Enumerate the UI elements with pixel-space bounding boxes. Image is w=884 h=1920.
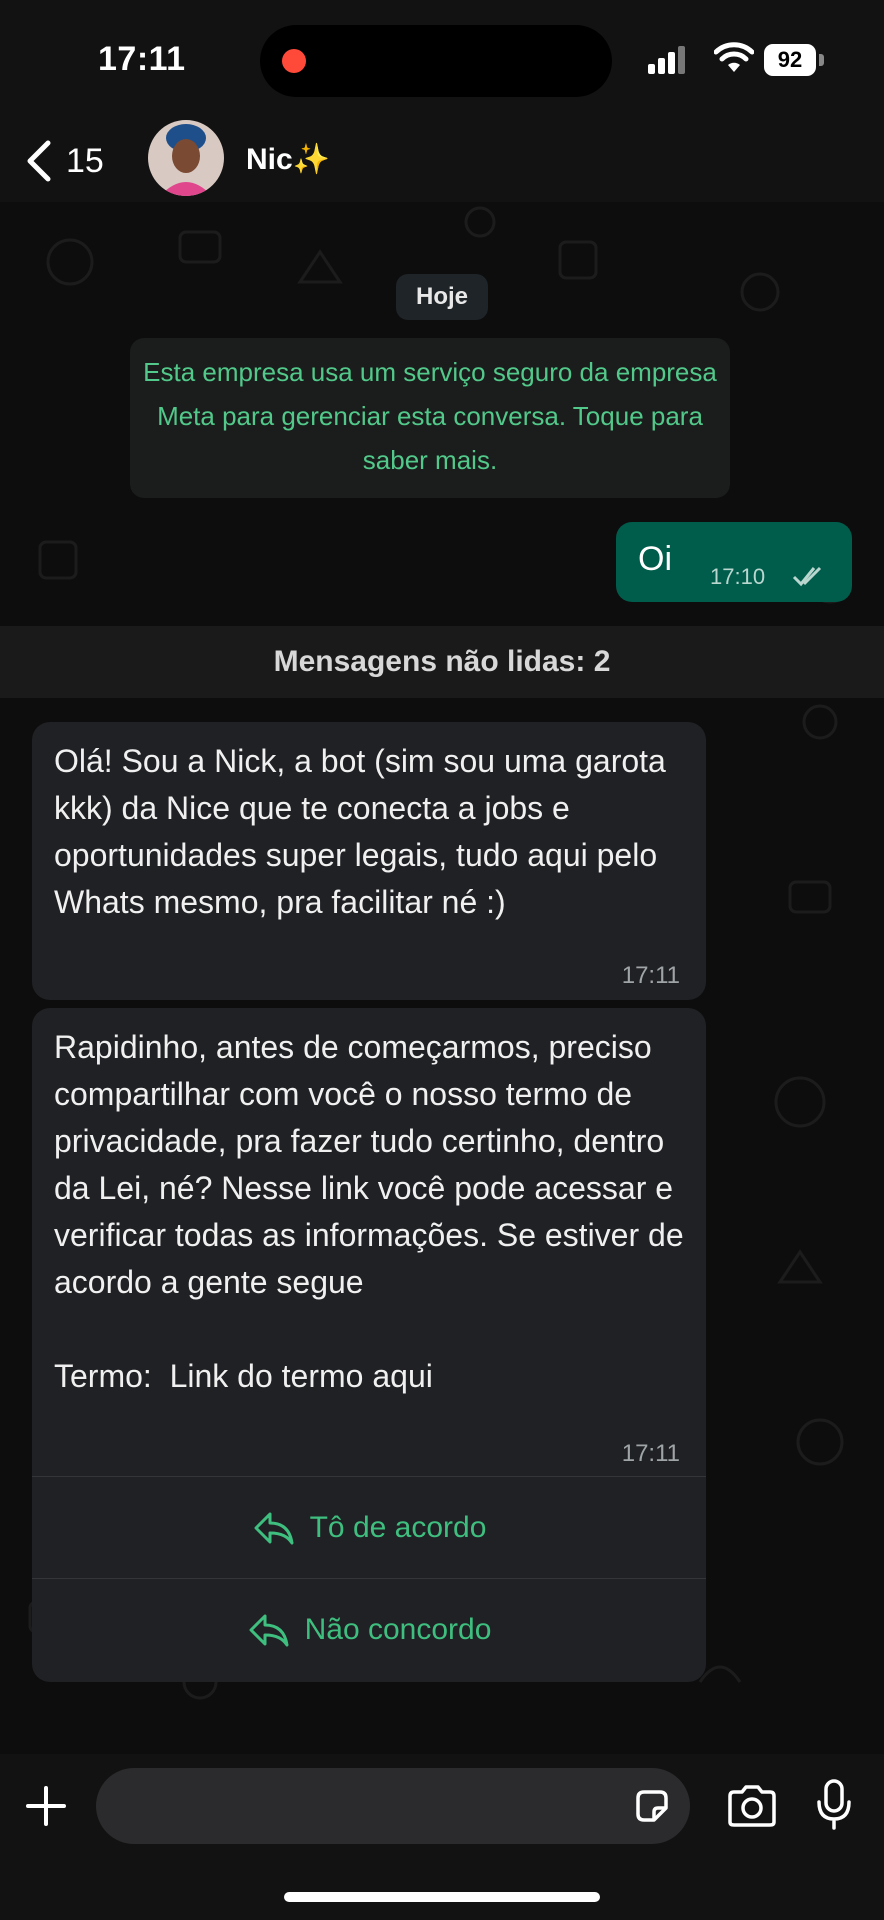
quick-reply-agree-button[interactable]: Tô de acordo [32,1476,706,1579]
quick-reply-label: Tô de acordo [309,1511,487,1544]
camera-icon[interactable] [726,1784,778,1828]
dynamic-island [260,25,612,97]
composer-bar [0,1754,884,1920]
unread-chats-count: 15 [66,141,104,180]
avatar[interactable] [148,120,224,196]
battery-icon: 92 [764,44,826,76]
chat-header: 15 Nic✨ [0,120,884,202]
message-time: 17:11 [621,962,680,989]
quick-reply-disagree-button[interactable]: Não concordo [32,1578,706,1681]
message-text: Olá! Sou a Nick, a bot (sim sou uma garo… [54,743,675,920]
signal-icon [648,46,685,74]
battery-level: 92 [764,44,816,76]
incoming-message[interactable]: Olá! Sou a Nick, a bot (sim sou uma garo… [32,722,706,1000]
sticker-icon[interactable] [632,1786,672,1826]
message-time: 17:11 [621,1440,680,1467]
back-chevron-icon [27,140,51,182]
back-button[interactable]: 15 [24,132,104,190]
message-text: Rapidinho, antes de começarmos, preciso … [54,1029,684,1394]
outgoing-message[interactable]: Oi 17:10 [616,522,852,602]
contact-name[interactable]: Nic✨ [246,142,330,177]
unread-messages-divider: Mensagens não lidas: 2 [0,626,884,698]
reply-icon [254,1512,294,1545]
read-ticks-icon [792,566,822,587]
chat-area[interactable]: Hoje Esta empresa usa um serviço seguro … [0,202,884,1754]
incoming-message-with-buttons[interactable]: Rapidinho, antes de começarmos, preciso … [32,1008,706,1682]
date-separator: Hoje [396,274,488,320]
message-text: Oi [638,540,672,578]
mic-icon[interactable] [814,1778,854,1832]
wifi-icon [714,42,754,72]
home-indicator [284,1892,600,1902]
reply-icon [249,1614,289,1647]
message-time: 17:10 [710,564,766,589]
clock: 17:11 [98,40,186,78]
message-input[interactable] [96,1768,690,1844]
quick-reply-label: Não concordo [304,1613,492,1646]
recording-indicator-icon [282,49,306,73]
status-bar: 17:11 92 [0,0,884,120]
plus-icon[interactable] [24,1784,68,1828]
business-info-note[interactable]: Esta empresa usa um serviço seguro da em… [130,338,730,498]
